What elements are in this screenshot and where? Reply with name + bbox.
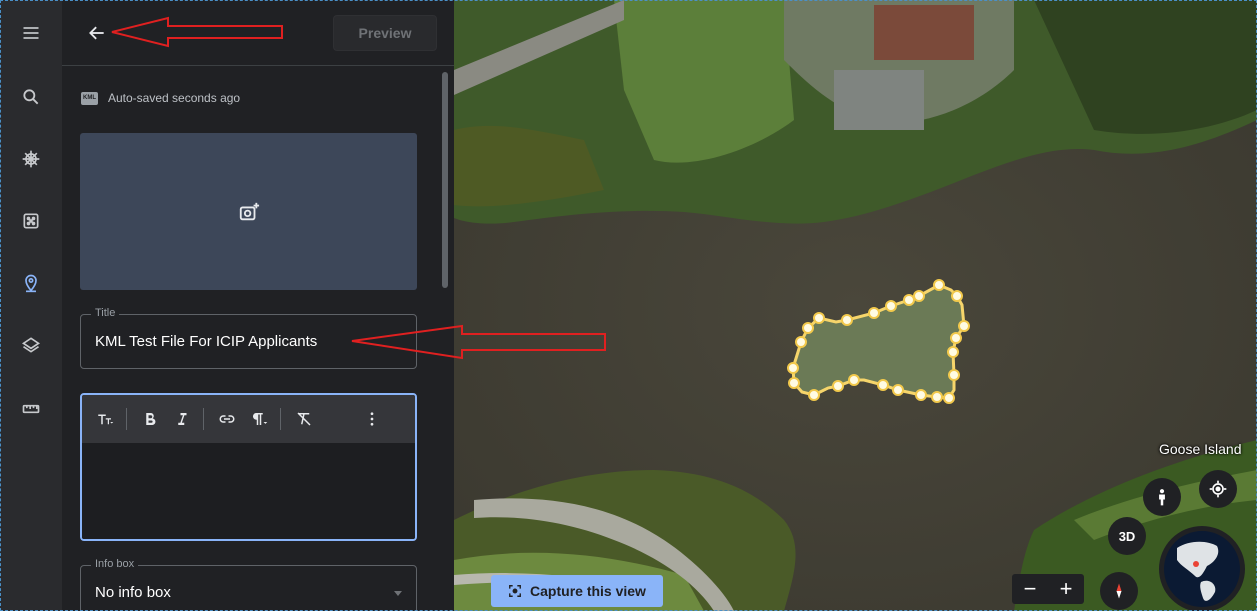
add-image-area[interactable] (80, 133, 417, 290)
toolbar-divider (280, 408, 281, 430)
infobox-select[interactable]: Info box No info box (80, 558, 417, 611)
link-button[interactable] (212, 404, 242, 434)
more-options-button[interactable] (357, 404, 387, 434)
street-view-button[interactable] (1143, 478, 1181, 516)
preview-button[interactable]: Preview (333, 15, 437, 51)
dice-icon (23, 213, 39, 229)
autosave-text: Auto-saved seconds ago (108, 91, 241, 105)
layers-icon (21, 337, 41, 353)
paragraph-icon (252, 413, 268, 425)
map-style-button[interactable] (14, 328, 48, 362)
location-pin-icon (25, 274, 37, 293)
kml-file-icon: KML (81, 91, 98, 105)
zoom-out-button[interactable]: − (1024, 576, 1037, 602)
pegman-icon (1159, 489, 1165, 506)
text-size-button[interactable] (90, 404, 120, 434)
projects-button[interactable] (14, 266, 48, 300)
title-label: Title (91, 307, 120, 319)
my-location-icon (1209, 480, 1227, 498)
place-label: Goose Island (1159, 441, 1242, 457)
search-icon (23, 89, 39, 105)
chevron-down-icon (394, 591, 402, 596)
link-icon (219, 415, 235, 423)
zoom-control: − + (1012, 574, 1084, 604)
italic-icon (178, 413, 187, 425)
menu-button[interactable] (14, 16, 48, 50)
title-input[interactable]: KML Test File For ICIP Applicants (95, 333, 317, 350)
back-button[interactable] (82, 18, 112, 48)
italic-button[interactable] (167, 404, 197, 434)
my-location-button[interactable] (1199, 470, 1237, 508)
compass-icon (1116, 583, 1122, 599)
title-field[interactable]: Title KML Test File For ICIP Applicants (80, 307, 417, 369)
search-button[interactable] (14, 80, 48, 114)
arrow-left-icon (89, 26, 104, 40)
panel-scrollbar[interactable] (442, 72, 448, 288)
compass-button[interactable] (1100, 572, 1138, 610)
panel-header: Preview (62, 0, 454, 66)
add-photo-icon (239, 202, 259, 220)
capture-label: Capture this view (530, 583, 646, 599)
project-editor-panel: Preview KML Auto-saved seconds ago Title… (62, 0, 454, 611)
zoom-in-button[interactable]: + (1060, 576, 1073, 602)
voyager-button[interactable] (14, 142, 48, 176)
feeling-lucky-button[interactable] (14, 204, 48, 238)
text-size-icon (98, 414, 114, 425)
ruler-icon (22, 404, 40, 414)
clear-format-icon (297, 412, 311, 426)
satellite-map[interactable]: Goose Island 3D − + Capture this view (454, 0, 1257, 611)
editor-toolbar (82, 395, 415, 443)
toolbar-divider (126, 408, 127, 430)
bold-button[interactable] (135, 404, 165, 434)
autosave-status: KML Auto-saved seconds ago (81, 89, 240, 107)
clear-format-button[interactable] (289, 404, 319, 434)
infobox-label: Info box (91, 558, 139, 570)
infobox-value: No info box (95, 584, 171, 601)
menu-icon (23, 27, 39, 39)
measure-button[interactable] (14, 392, 48, 426)
toolbar-divider (203, 408, 204, 430)
description-input[interactable] (82, 443, 415, 539)
description-editor[interactable] (80, 393, 417, 541)
toggle-3d-button[interactable]: 3D (1108, 517, 1146, 555)
globe-icon (1164, 531, 1240, 607)
more-vert-icon (370, 412, 374, 426)
capture-view-button[interactable]: Capture this view (491, 575, 663, 607)
bold-icon (146, 413, 156, 426)
globe-minimap[interactable] (1159, 526, 1245, 611)
left-rail (0, 0, 62, 611)
paragraph-button[interactable] (244, 404, 274, 434)
capture-icon (509, 585, 521, 597)
helm-icon (22, 150, 40, 168)
